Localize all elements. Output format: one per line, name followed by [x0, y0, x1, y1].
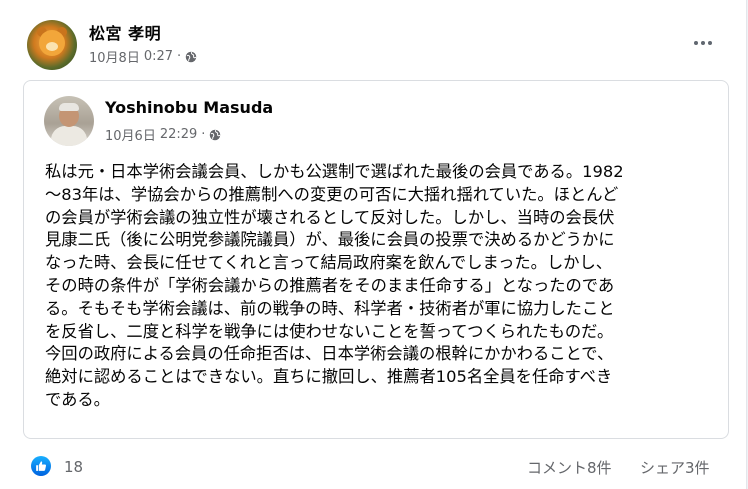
- post-text-line: の会員が学術会議の独立性が壊されるとして反対した。しかし、当時の会長伏: [45, 207, 615, 227]
- reaction-count[interactable]: 18: [64, 458, 83, 476]
- more-horizontal-icon: [701, 41, 705, 45]
- post-text-line: である。: [45, 389, 110, 409]
- post-meta: 10月8日 0:27 ·: [89, 47, 197, 66]
- shared-author-name[interactable]: Yoshinobu Masuda: [105, 98, 273, 117]
- post-text-line: ～83年は、学協会からの推薦制への変更の可否に大揺れ揺れていた。ほとんど: [45, 184, 619, 204]
- more-options-button[interactable]: [688, 31, 718, 55]
- post-time[interactable]: 0:27: [144, 49, 173, 64]
- meta-separator: ·: [177, 49, 182, 64]
- post-text-line: 見康二氏（後に公明党参議院議員）が、最後に会員の投票で決めるかどうかに: [45, 230, 615, 250]
- post-date[interactable]: 10月8日: [89, 47, 140, 66]
- post-text-line: 私は元・日本学術会議会員、しかも公選制で選ばれた最後の会員である。1982: [45, 162, 624, 181]
- more-horizontal-icon: [694, 41, 698, 45]
- globe-icon[interactable]: [185, 51, 197, 63]
- author-name[interactable]: 松宮 孝明: [89, 20, 161, 44]
- post-text-line: を反省し、二度と科学を戦争には使わせないことを誓ってつくられたものだ。: [45, 321, 614, 341]
- shared-post-text: 私は元・日本学術会議会員、しかも公選制で選ばれた最後の会員である。1982 ～8…: [45, 161, 715, 412]
- post-card: 松宮 孝明 10月8日 0:27 · Yoshinobu Masuda 10月6…: [0, 0, 747, 489]
- avatar-decoration: [46, 42, 58, 51]
- post-text-line: その時の条件が「学術会議からの推薦者をそのまま任命する」となったのであ: [45, 275, 615, 295]
- author-avatar[interactable]: [27, 20, 77, 70]
- shared-post-date[interactable]: 10月6日: [105, 125, 156, 144]
- post-text-line: る。そもそも学術会議は、前の戦争の時、科学者・技術者が軍に協力したこと: [45, 298, 615, 318]
- meta-separator: ·: [201, 127, 206, 142]
- thumbs-up-icon: [36, 461, 47, 471]
- post-text-line: なった時、会長に任せてくれと言って結局政府案を飲んでしまった。しかし、: [45, 253, 613, 273]
- post-text-line: 今回の政府による会員の任命拒否は、日本学術会議の根幹にかかわることで、: [45, 344, 614, 364]
- like-icon[interactable]: [31, 456, 51, 476]
- avatar-decoration: [51, 126, 87, 146]
- shared-post[interactable]: Yoshinobu Masuda 10月6日 22:29 · 私は元・日本学術会…: [23, 80, 729, 439]
- more-horizontal-icon: [708, 41, 712, 45]
- shared-post-meta: 10月6日 22:29 ·: [105, 125, 221, 144]
- shared-post-time[interactable]: 22:29: [160, 127, 197, 142]
- shares-count-link[interactable]: シェア3件: [640, 457, 710, 478]
- comments-count-link[interactable]: コメント8件: [527, 457, 612, 478]
- globe-icon[interactable]: [209, 129, 221, 141]
- avatar-decoration: [59, 103, 79, 111]
- post-text-line: 絶対に認めることはできない。直ちに撤回し、推薦者105名全員を任命すべき: [45, 367, 613, 387]
- shared-author-avatar[interactable]: [44, 96, 94, 146]
